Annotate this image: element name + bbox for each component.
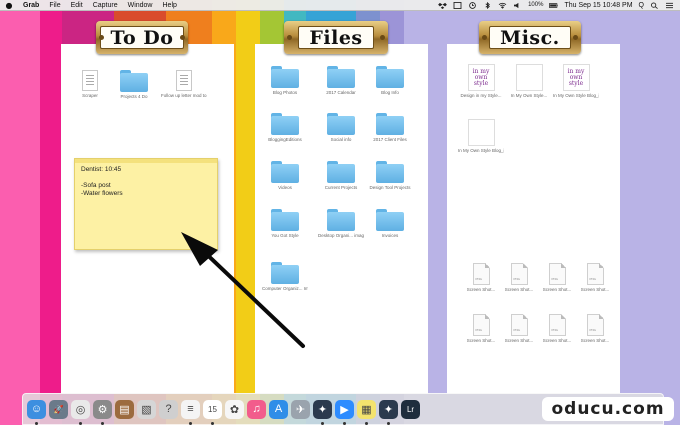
system-preferences-icon[interactable]: ⚙ [93,399,112,425]
automator-icon[interactable]: ✈ [291,399,310,419]
running-indicator [189,421,192,425]
app-menu-grab[interactable]: Grab [18,2,44,9]
notebook-icon[interactable]: ▤ [115,399,134,419]
itunes-icon[interactable]: ♫ [247,399,266,419]
menu-bar: ● Grab File Edit Capture Window Help 100… [0,0,680,11]
running-indicator [321,421,324,425]
stickies-icon[interactable]: ▦ [357,399,376,425]
calendar-icon[interactable]: 15 [203,399,222,425]
running-indicator [343,421,346,425]
menu-edit[interactable]: Edit [66,2,88,9]
preview-icon[interactable]: ▧ [137,399,156,419]
menu-capture[interactable]: Capture [88,2,123,9]
running-indicator [35,421,38,425]
finder-icon[interactable]: ☺ [27,399,46,425]
photos-icon[interactable]: ✿ [225,399,244,419]
annotation-arrow [181,232,305,348]
running-indicator [387,421,390,425]
menu-clock[interactable]: Thu Sep 15 10:48 PM [564,2,632,9]
app-store-icon[interactable]: A [269,399,288,419]
battery-percent: 100% [528,2,544,8]
volume-icon[interactable] [513,2,522,9]
spotlight-search-icon[interactable] [650,1,659,9]
launchpad-icon[interactable]: 🚀 [49,399,68,419]
textedit-icon[interactable]: ≡ [181,399,200,425]
help-icon[interactable]: ? [159,399,178,419]
dropbox-icon[interactable] [438,2,447,9]
time-machine-icon[interactable] [468,1,477,9]
running-indicator [101,421,104,425]
running-indicator [211,421,214,425]
screenshot-app-icon[interactable]: ✦ [379,399,398,425]
gear-app-icon[interactable]: ✦ [313,399,332,425]
chrome-icon[interactable]: ◎ [71,399,90,425]
zoom-icon[interactable]: ▶ [335,399,354,425]
notification-center-icon[interactable] [665,2,674,9]
apple-menu-icon[interactable]: ● [0,1,18,10]
lightroom-icon[interactable]: Lr [401,399,420,419]
bluetooth-icon[interactable] [483,1,492,9]
wifi-icon[interactable] [498,2,507,9]
battery-icon[interactable] [549,2,559,9]
running-indicator [79,421,82,425]
user-account-menu[interactable]: Q [639,2,644,9]
menu-help[interactable]: Help [158,2,182,9]
menu-file[interactable]: File [44,2,65,9]
menu-window[interactable]: Window [123,2,158,9]
running-indicator [365,421,368,425]
watermark-logo: oducu.com [542,397,674,421]
stickies-menu-icon[interactable] [453,1,462,9]
